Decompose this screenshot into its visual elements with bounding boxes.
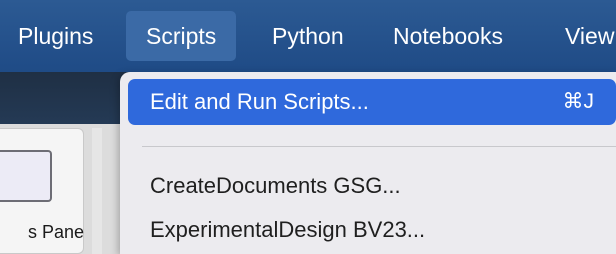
keyboard-shortcut: ⌘J (562, 90, 595, 113)
pane-divider (92, 128, 102, 254)
menu-plugins[interactable]: Plugins (18, 11, 93, 61)
menu-item-label: CreateDocuments GSG... (150, 173, 401, 198)
menu-item-label: Edit and Run Scripts... (150, 89, 369, 114)
scripts-dropdown-menu: Edit and Run Scripts... ⌘J CreateDocumen… (120, 72, 616, 254)
menu-item-label: ExperimentalDesign BV23... (150, 217, 426, 242)
menu-bar: Plugins Scripts Python Notebooks View (0, 0, 616, 72)
menu-separator (142, 146, 616, 147)
menu-view[interactable]: View (565, 11, 614, 61)
menu-item-edit-and-run-scripts[interactable]: Edit and Run Scripts... ⌘J (128, 79, 616, 125)
menu-notebooks[interactable]: Notebooks (393, 11, 503, 61)
pane-icon (0, 150, 52, 202)
app-toolbar (0, 72, 130, 124)
menu-item-experimentaldesign-bv23[interactable]: ExperimentalDesign BV23... (128, 207, 616, 253)
menu-python[interactable]: Python (272, 11, 344, 61)
menu-item-createdocuments-gsg[interactable]: CreateDocuments GSG... (128, 163, 616, 209)
pane-button-label: s Pane (27, 222, 84, 242)
menu-scripts[interactable]: Scripts (126, 11, 237, 61)
